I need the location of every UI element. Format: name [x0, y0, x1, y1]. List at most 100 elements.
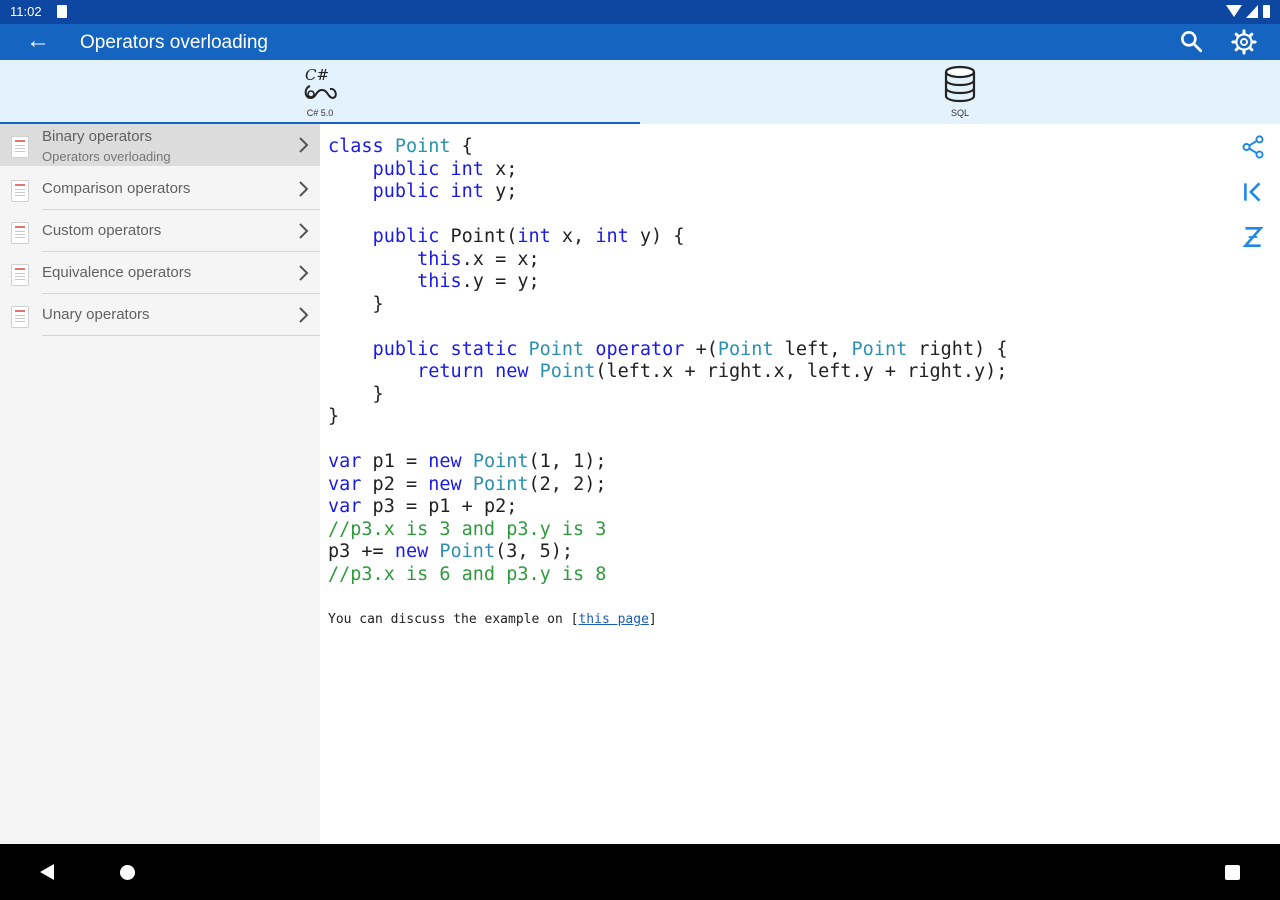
- code-line: class Point {: [328, 136, 473, 157]
- sidebar-item-label: Custom operators: [42, 222, 162, 239]
- code-keyword: public: [372, 226, 440, 247]
- code-text: x,: [550, 226, 596, 247]
- code-type: Point: [539, 361, 596, 382]
- sort-az-icon[interactable]: [1240, 224, 1266, 250]
- code-keyword: public: [372, 181, 440, 202]
- code-text: }: [328, 293, 384, 315]
- code-text: (1, 1);: [528, 451, 607, 472]
- code-comment: //p3.x is 3 and p3.y is 3: [328, 518, 607, 540]
- sidebar-item-equivalence-operators[interactable]: Equivalence operators: [0, 252, 320, 294]
- code-keyword: this: [417, 248, 462, 270]
- code-text: .x = x;: [461, 248, 540, 270]
- code-keyword: int: [595, 226, 629, 247]
- code-keyword: new: [394, 541, 429, 562]
- code-text: right) {: [907, 338, 1008, 360]
- back-arrow-icon[interactable]: ←: [24, 27, 52, 55]
- code-line: public int y;: [328, 181, 518, 202]
- code-keyword: new: [495, 361, 529, 382]
- tab-sql[interactable]: SQL: [640, 60, 1280, 124]
- code-text: }: [328, 383, 384, 405]
- code-line: public int x;: [328, 158, 518, 180]
- chevron-right-icon: [299, 307, 309, 323]
- sidebar-item-label: Equivalence operators: [42, 264, 192, 281]
- sidebar-item-sublabel: Operators overloading: [42, 149, 171, 164]
- code-text: p2 =: [361, 473, 429, 495]
- code-example-panel: class Point { public int x; public int y…: [320, 124, 1280, 844]
- code-text: (3, 5);: [495, 541, 574, 562]
- code-text: y;: [483, 181, 518, 202]
- tab-label: SQL: [950, 108, 969, 118]
- app-bar: ← Operators overloading: [0, 24, 1280, 60]
- code-keyword: int: [450, 181, 484, 202]
- divider: [42, 335, 320, 336]
- tab-label: C# 5.0: [306, 108, 334, 118]
- chevron-right-icon: [299, 181, 309, 197]
- code-text: Point(: [439, 226, 518, 247]
- gear-icon[interactable]: [1230, 28, 1258, 56]
- code-keyword: var: [328, 451, 362, 472]
- nav-back-icon[interactable]: [40, 864, 54, 880]
- nav-recents-icon[interactable]: [1225, 865, 1240, 880]
- code-line: return new Point(left.x + right.x, left.…: [328, 361, 1007, 382]
- code-text: p3 +=: [328, 541, 395, 562]
- tab-csharp[interactable]: C# C# 5.0: [0, 60, 640, 124]
- code-line: }: [328, 384, 384, 405]
- file-icon: [11, 136, 29, 158]
- code-line: var p2 = new Point(2, 2);: [328, 474, 606, 495]
- status-bar: 11:02: [0, 0, 1280, 24]
- code-text: (left.x + right.x, left.y + right.y);: [595, 361, 1008, 382]
- sidebar-item-custom-operators[interactable]: Custom operators: [0, 210, 320, 252]
- sidebar-item-unary-operators[interactable]: Unary operators: [0, 294, 320, 336]
- code-block: class Point { public int x; public int y…: [328, 136, 1008, 586]
- page-title: Operators overloading: [80, 32, 268, 53]
- sidebar-item-comparison-operators[interactable]: Comparison operators: [0, 168, 320, 210]
- code-line: public static Point operator +(Point lef…: [328, 339, 1008, 360]
- file-icon: [11, 264, 29, 286]
- code-type: Point: [394, 136, 451, 157]
- code-line: this.y = y;: [328, 271, 540, 292]
- code-line: //p3.x is 6 and p3.y is 8: [328, 564, 606, 585]
- code-keyword: class: [328, 136, 384, 157]
- code-text: }: [328, 406, 340, 427]
- code-keyword: public: [372, 338, 440, 360]
- search-icon[interactable]: [1178, 28, 1204, 54]
- code-text: +(: [684, 338, 718, 360]
- code-type: Point: [528, 338, 585, 360]
- code-line: var p3 = p1 + p2;: [328, 496, 517, 517]
- sidebar-item-label: Unary operators: [42, 306, 150, 323]
- code-type: Point: [472, 451, 529, 472]
- cell-signal-icon: [1246, 5, 1258, 18]
- code-line: var p1 = new Point(1, 1);: [328, 451, 606, 472]
- csharp-icon: C#: [304, 66, 337, 100]
- discussion-link[interactable]: this page: [578, 612, 648, 627]
- code-text: left,: [773, 338, 852, 360]
- code-keyword: int: [517, 226, 551, 247]
- share-icon[interactable]: [1240, 134, 1266, 160]
- sidebar-item-binary-operators[interactable]: Binary operators Operators overloading: [0, 124, 320, 166]
- code-keyword: int: [450, 158, 484, 180]
- chevron-right-icon: [299, 137, 309, 153]
- file-icon: [11, 222, 29, 244]
- code-text: x;: [483, 158, 518, 180]
- code-comment: //p3.x is 6 and p3.y is 8: [328, 563, 607, 585]
- code-text: .y = y;: [461, 271, 540, 292]
- code-text: p3 = p1 + p2;: [361, 496, 518, 517]
- nav-home-icon[interactable]: [120, 865, 135, 880]
- code-line: }: [328, 294, 384, 315]
- first-page-icon[interactable]: [1240, 179, 1266, 205]
- sidebar-item-label: Comparison operators: [42, 180, 191, 197]
- discussion-text: You can discuss the example on: [328, 612, 571, 627]
- discussion-note: You can discuss the example on [this pag…: [328, 612, 657, 627]
- code-type: Point: [851, 338, 908, 360]
